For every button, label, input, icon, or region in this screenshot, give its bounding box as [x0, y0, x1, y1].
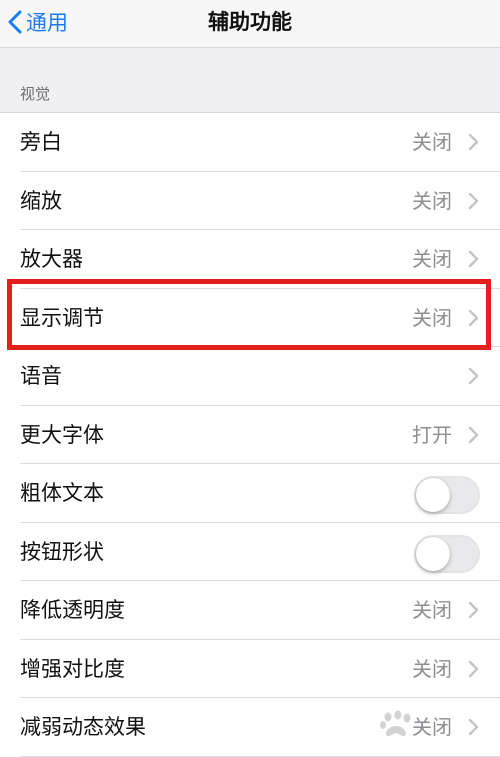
chevron-right-icon [468, 718, 479, 736]
row-value: 关闭 [412, 715, 452, 739]
chevron-right-icon [468, 367, 479, 385]
section-label: 视觉 [20, 85, 51, 103]
button-shapes-toggle[interactable] [414, 534, 480, 573]
row-label: 更大字体 [20, 422, 104, 447]
settings-row-voiceover[interactable]: 旁白 关闭 [0, 113, 500, 172]
row-label: 增强对比度 [20, 656, 125, 681]
row-value: 关闭 [412, 188, 452, 213]
row-label: 旁白 [20, 130, 62, 154]
row-label: 粗体文本 [20, 481, 104, 505]
chevron-right-icon [468, 601, 479, 619]
row-label: 降低透明度 [20, 598, 125, 622]
section-header-vision: 视觉 [0, 48, 500, 112]
chevron-right-icon [468, 426, 479, 443]
row-label: 缩放 [20, 188, 62, 213]
settings-list: 旁白 关闭 缩放 关闭 放大器 关闭 显示调节 关闭 语音 更大字体 打开 粗体… [0, 112, 500, 757]
settings-row-reduce-transparency[interactable]: 降低透明度 关闭 [0, 581, 500, 640]
settings-row-magnifier[interactable]: 放大器 关闭 [0, 230, 500, 289]
settings-row-display-accommodations[interactable]: 显示调节 关闭 [0, 289, 500, 348]
chevron-right-icon [468, 660, 479, 677]
chevron-right-icon [468, 250, 479, 268]
page-title: 辅助功能 [208, 10, 292, 34]
settings-row-larger-text[interactable]: 更大字体 打开 [0, 406, 500, 465]
row-label: 减弱动态效果 [20, 715, 146, 739]
navigation-bar: 通用 辅助功能 [0, 0, 500, 48]
row-label: 显示调节 [20, 305, 104, 330]
chevron-right-icon [468, 309, 479, 326]
row-value: 关闭 [412, 130, 452, 154]
row-value: 关闭 [412, 305, 452, 330]
row-label: 放大器 [20, 247, 83, 271]
row-value: 关闭 [412, 247, 452, 271]
chevron-right-icon [468, 192, 479, 209]
row-value: 打开 [412, 422, 452, 447]
toggle-knob [416, 536, 450, 571]
settings-row-speech[interactable]: 语音 [0, 347, 500, 406]
settings-row-zoom[interactable]: 缩放 关闭 [0, 172, 500, 231]
settings-row-button-shapes: 按钮形状 [0, 523, 500, 582]
row-label: 语音 [20, 364, 62, 388]
settings-row-bold-text: 粗体文本 [0, 464, 500, 523]
settings-row-increase-contrast[interactable]: 增强对比度 关闭 [0, 640, 500, 699]
toggle-knob [416, 478, 450, 512]
chevron-right-icon [468, 133, 479, 151]
bold-text-toggle[interactable] [414, 476, 480, 514]
row-value: 关闭 [412, 656, 452, 681]
row-label: 按钮形状 [20, 539, 104, 564]
row-value: 关闭 [412, 598, 452, 622]
settings-row-reduce-motion[interactable]: 减弱动态效果 关闭 [0, 698, 500, 757]
